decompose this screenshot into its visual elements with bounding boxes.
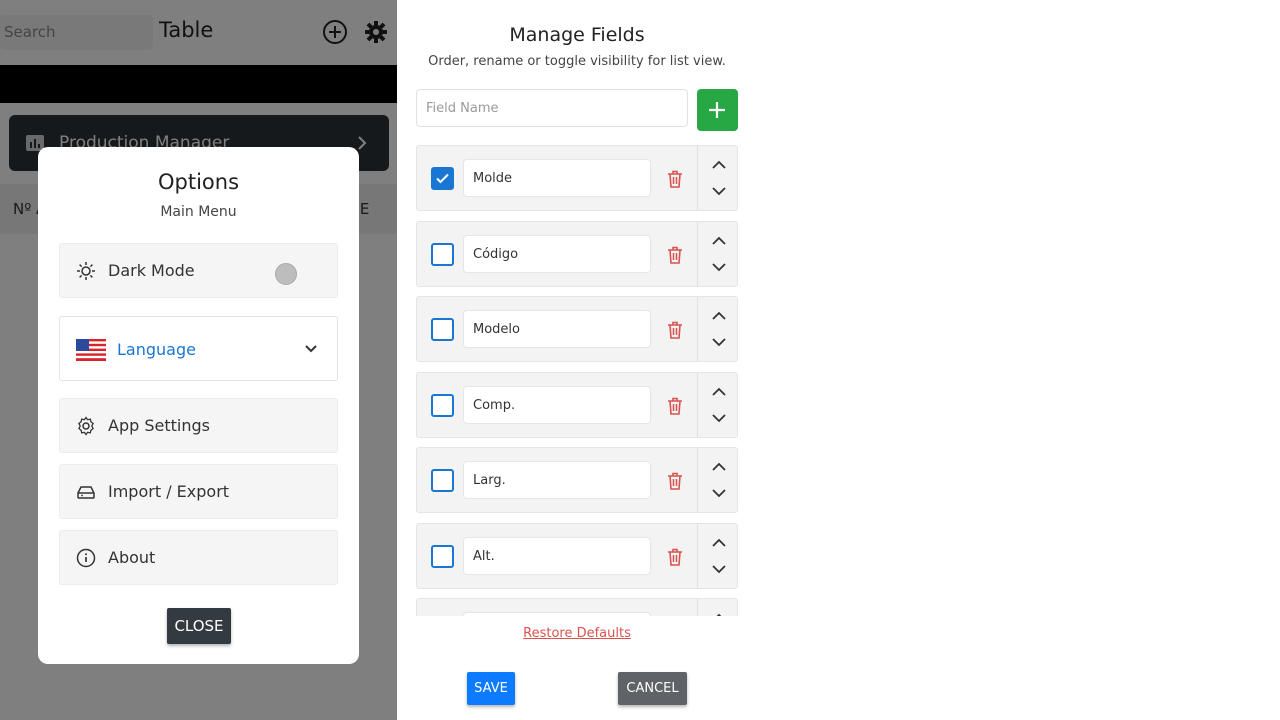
field-name-field[interactable] xyxy=(463,612,651,616)
chevron-up-icon[interactable] xyxy=(711,385,727,397)
info-icon xyxy=(76,548,96,568)
trash-icon[interactable] xyxy=(666,471,684,491)
restore-defaults-link[interactable]: Restore Defaults xyxy=(397,626,757,641)
visibility-checkbox[interactable] xyxy=(431,469,454,492)
trash-icon[interactable] xyxy=(666,320,684,340)
app-settings-item[interactable]: App Settings xyxy=(59,398,338,453)
field-row xyxy=(416,145,738,211)
chevron-down-icon[interactable] xyxy=(711,564,727,576)
field-row xyxy=(416,447,738,513)
chevron-down-icon[interactable] xyxy=(711,186,727,198)
row-divider xyxy=(697,222,698,286)
visibility-checkbox[interactable] xyxy=(431,243,454,266)
chevron-down-icon[interactable] xyxy=(711,413,727,425)
add-field-button[interactable] xyxy=(697,89,738,131)
language-label: Language xyxy=(117,340,196,359)
field-name-field[interactable] xyxy=(463,235,651,273)
field-name-field[interactable] xyxy=(463,159,651,197)
chevron-up-icon[interactable] xyxy=(711,460,727,472)
modal-title: Options xyxy=(157,170,240,194)
save-button[interactable]: SAVE xyxy=(467,672,515,705)
trash-icon[interactable] xyxy=(666,396,684,416)
field-row xyxy=(416,221,738,287)
chevron-down-icon[interactable] xyxy=(711,337,727,349)
visibility-checkbox[interactable] xyxy=(431,167,454,190)
about-item[interactable]: About xyxy=(59,530,338,585)
row-divider xyxy=(697,448,698,512)
chevron-up-icon[interactable] xyxy=(711,234,727,246)
field-list[interactable] xyxy=(416,145,739,616)
manage-fields-panel: Manage Fields Order, rename or toggle vi… xyxy=(397,0,757,720)
about-label: About xyxy=(108,548,156,567)
import-export-item[interactable]: Import / Export xyxy=(59,464,338,519)
field-row xyxy=(416,523,738,589)
trash-icon[interactable] xyxy=(666,245,684,265)
chevron-down-icon[interactable] xyxy=(711,488,727,500)
row-divider xyxy=(697,297,698,361)
field-row xyxy=(416,598,738,616)
chevron-up-icon[interactable] xyxy=(711,536,727,548)
app-panel: Search Table Production Manager Nº A LDE xyxy=(0,0,397,720)
chevron-down-icon[interactable] xyxy=(711,262,727,274)
chevron-down-icon xyxy=(305,345,317,353)
panel-title: Manage Fields xyxy=(509,24,645,46)
panel-subtitle: Order, rename or toggle visibility for l… xyxy=(428,54,726,69)
row-divider xyxy=(697,373,698,437)
dark-mode-toggle[interactable] xyxy=(275,263,297,285)
import-export-label: Import / Export xyxy=(108,482,230,501)
app-settings-label: App Settings xyxy=(108,416,210,435)
chevron-up-icon[interactable] xyxy=(711,611,727,616)
visibility-checkbox[interactable] xyxy=(431,545,454,568)
plus-icon xyxy=(709,102,725,118)
field-name-field[interactable] xyxy=(463,386,651,424)
close-button[interactable]: CLOSE xyxy=(167,608,231,644)
visibility-checkbox[interactable] xyxy=(431,394,454,417)
field-row xyxy=(416,372,738,438)
row-divider xyxy=(697,599,698,616)
field-name-field[interactable] xyxy=(463,461,651,499)
language-select[interactable]: Language xyxy=(59,316,338,381)
gear-icon xyxy=(78,416,94,436)
sun-icon xyxy=(77,262,95,280)
modal-subtitle: Main Menu xyxy=(160,204,237,220)
dark-mode-label: Dark Mode xyxy=(108,261,195,280)
dark-mode-item[interactable]: Dark Mode xyxy=(59,243,338,298)
chevron-up-icon[interactable] xyxy=(711,158,727,170)
visibility-checkbox[interactable] xyxy=(431,318,454,341)
cancel-button[interactable]: CANCEL xyxy=(618,672,687,705)
row-divider xyxy=(697,146,698,210)
hard-drive-icon xyxy=(77,486,95,499)
row-divider xyxy=(697,524,698,588)
trash-icon[interactable] xyxy=(666,169,684,189)
field-name-input[interactable] xyxy=(416,89,688,127)
field-name-field[interactable] xyxy=(463,310,651,348)
trash-icon[interactable] xyxy=(666,547,684,567)
chevron-up-icon[interactable] xyxy=(711,309,727,321)
us-flag-icon xyxy=(76,339,106,361)
check-icon xyxy=(436,173,449,184)
field-row xyxy=(416,296,738,362)
field-name-field[interactable] xyxy=(463,537,651,575)
options-modal: Options Main Menu Dark Mode Language App… xyxy=(38,147,359,664)
